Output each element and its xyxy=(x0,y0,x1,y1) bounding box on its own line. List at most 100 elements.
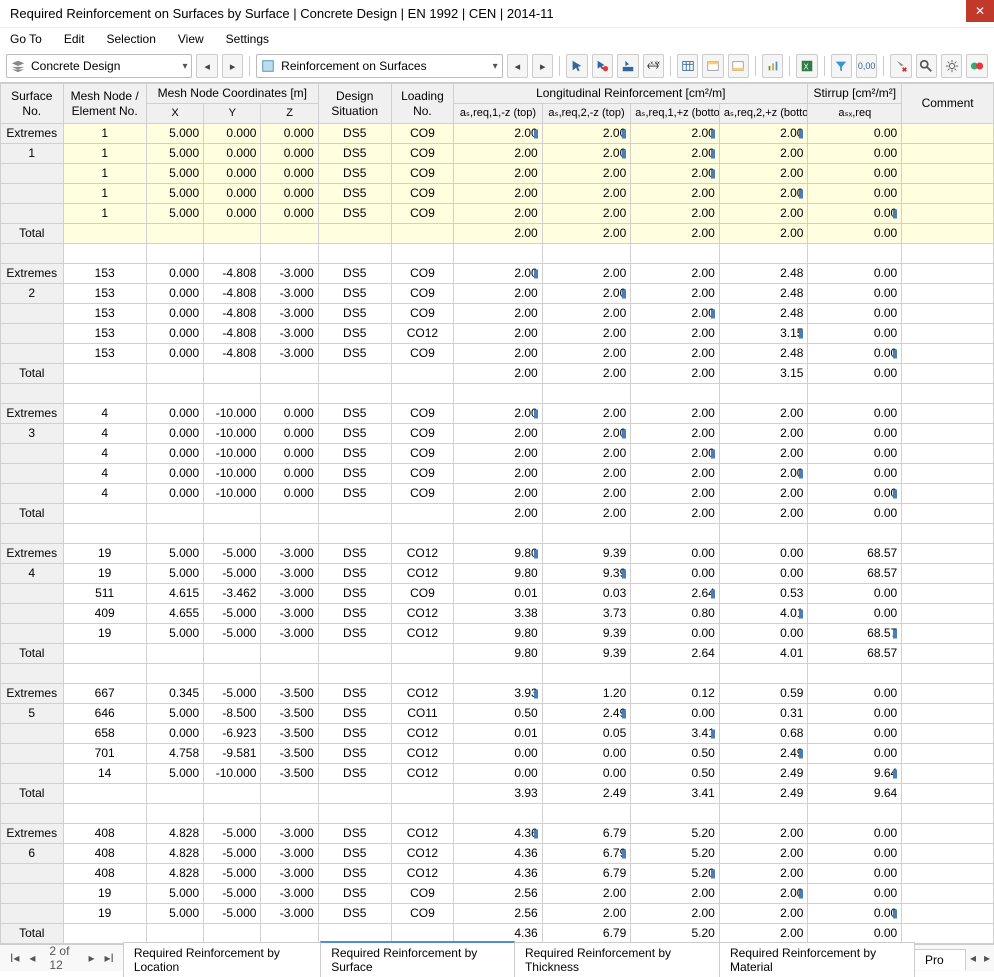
nav-next-2[interactable]: ▸ xyxy=(532,54,553,78)
cell[interactable]: 5.20 xyxy=(631,844,720,864)
cell[interactable]: 0.00 xyxy=(719,564,808,584)
cell[interactable]: 153 xyxy=(63,264,146,284)
cell[interactable]: 0.00 xyxy=(719,544,808,564)
cell[interactable]: 14 xyxy=(63,764,146,784)
cell[interactable]: 2.00 xyxy=(719,184,808,204)
table-row[interactable]: 5114.615-3.462-3.000DS5CO90.010.032.640.… xyxy=(1,584,994,604)
cell[interactable]: 0.00 xyxy=(808,504,902,524)
cell[interactable] xyxy=(146,224,203,244)
tab-more[interactable]: Pro xyxy=(914,949,966,970)
cell[interactable]: -5.000 xyxy=(204,864,261,884)
cell[interactable] xyxy=(391,644,454,664)
cell[interactable] xyxy=(902,224,994,244)
table-row[interactable]: 195.000-5.000-3.000DS5CO92.562.002.002.0… xyxy=(1,884,994,904)
cell[interactable] xyxy=(63,784,146,804)
cell[interactable]: 0.000 xyxy=(146,724,203,744)
cell[interactable] xyxy=(902,124,994,144)
cell[interactable]: 4.828 xyxy=(146,824,203,844)
tb-row-bottom[interactable] xyxy=(728,54,749,78)
cell[interactable]: 1.20 xyxy=(542,684,631,704)
cell[interactable]: 0.000 xyxy=(146,284,203,304)
cell[interactable]: DS5 xyxy=(318,304,391,324)
col-comment[interactable]: Comment xyxy=(902,84,994,124)
cell[interactable]: DS5 xyxy=(318,724,391,744)
tb-info[interactable] xyxy=(966,54,987,78)
cell[interactable] xyxy=(63,364,146,384)
cell[interactable]: 0.59 xyxy=(719,684,808,704)
cell[interactable]: -5.000 xyxy=(204,604,261,624)
cell[interactable]: 0.50 xyxy=(631,744,720,764)
cell[interactable]: CO12 xyxy=(391,684,454,704)
cell[interactable]: 5.000 xyxy=(146,544,203,564)
col-x[interactable]: X xyxy=(146,104,203,124)
tb-settings-gear[interactable] xyxy=(941,54,962,78)
table-row[interactable]: Extremes15.0000.0000.000DS5CO92.002.002.… xyxy=(1,124,994,144)
cell[interactable] xyxy=(204,924,261,944)
cell[interactable]: 19 xyxy=(63,564,146,584)
cell[interactable]: 0.00 xyxy=(808,324,902,344)
table-row[interactable]: 145.000-10.000-3.500DS5CO120.000.000.502… xyxy=(1,764,994,784)
cell[interactable] xyxy=(902,784,994,804)
cell[interactable] xyxy=(902,904,994,924)
cell[interactable]: 2.00 xyxy=(631,204,720,224)
cell[interactable]: 0.000 xyxy=(146,404,203,424)
cell[interactable]: 0.00 xyxy=(808,904,902,924)
cell[interactable]: 0.00 xyxy=(808,204,902,224)
cell[interactable] xyxy=(902,604,994,624)
cell[interactable] xyxy=(902,304,994,324)
cell[interactable]: 1 xyxy=(63,204,146,224)
cell[interactable]: 2.00 xyxy=(631,184,720,204)
cell[interactable] xyxy=(261,224,318,244)
cell[interactable]: -3.000 xyxy=(261,324,318,344)
cell[interactable] xyxy=(63,924,146,944)
cell[interactable] xyxy=(902,484,994,504)
table-row[interactable]: 15.0000.0000.000DS5CO92.002.002.002.000.… xyxy=(1,184,994,204)
cell[interactable] xyxy=(902,144,994,164)
cell[interactable] xyxy=(902,204,994,224)
cell[interactable]: CO12 xyxy=(391,624,454,644)
cell[interactable] xyxy=(902,724,994,744)
cell[interactable]: 9.80 xyxy=(454,624,543,644)
cell[interactable]: 0.00 xyxy=(808,484,902,504)
cell[interactable]: CO9 xyxy=(391,144,454,164)
cell[interactable]: -3.000 xyxy=(261,624,318,644)
cell[interactable]: 153 xyxy=(63,344,146,364)
cell[interactable]: CO9 xyxy=(391,484,454,504)
cell[interactable]: 0.01 xyxy=(454,584,543,604)
cell[interactable] xyxy=(391,784,454,804)
cell[interactable]: 2.00 xyxy=(454,344,543,364)
cell[interactable]: 2.00 xyxy=(542,144,631,164)
cell[interactable]: 2.00 xyxy=(542,184,631,204)
cell[interactable]: 701 xyxy=(63,744,146,764)
col-r2[interactable]: aₛ,req,2,-z (top) xyxy=(542,104,631,124)
table-row[interactable]: 15.0000.0000.000DS5CO92.002.002.002.000.… xyxy=(1,204,994,224)
cell[interactable]: 0.000 xyxy=(146,444,203,464)
cell[interactable]: 5.000 xyxy=(146,904,203,924)
cell[interactable]: CO9 xyxy=(391,904,454,924)
col-ds[interactable]: Design Situation xyxy=(318,84,391,124)
cell[interactable]: -3.000 xyxy=(261,344,318,364)
cell[interactable] xyxy=(391,364,454,384)
tab-scroll-right[interactable]: ▸ xyxy=(980,951,994,965)
cell[interactable]: 6.79 xyxy=(542,844,631,864)
table-row[interactable]: Extremes1530.000-4.808-3.000DS5CO92.002.… xyxy=(1,264,994,284)
cell[interactable]: -5.000 xyxy=(204,844,261,864)
cell[interactable]: DS5 xyxy=(318,404,391,424)
cell[interactable]: 2.00 xyxy=(631,224,720,244)
cell[interactable]: CO9 xyxy=(391,404,454,424)
cell[interactable]: CO9 xyxy=(391,284,454,304)
cell[interactable]: 9.80 xyxy=(454,564,543,584)
cell[interactable]: 2.00 xyxy=(454,284,543,304)
cell[interactable]: 4.758 xyxy=(146,744,203,764)
cell[interactable]: 4 xyxy=(63,444,146,464)
cell[interactable]: 0.00 xyxy=(808,344,902,364)
cell[interactable]: 2.00 xyxy=(542,424,631,444)
tb-decimals[interactable]: 0,00 xyxy=(856,54,877,78)
cell[interactable]: 0.00 xyxy=(808,304,902,324)
cell[interactable]: 0.00 xyxy=(808,884,902,904)
cell[interactable]: 6.79 xyxy=(542,824,631,844)
table-row[interactable]: 21530.000-4.808-3.000DS5CO92.002.002.002… xyxy=(1,284,994,304)
tab-by-thickness[interactable]: Required Reinforcement by Thickness xyxy=(514,942,720,977)
table-row[interactable]: Extremes195.000-5.000-3.000DS5CO129.809.… xyxy=(1,544,994,564)
total-row[interactable]: Total2.002.002.002.000.00 xyxy=(1,504,994,524)
